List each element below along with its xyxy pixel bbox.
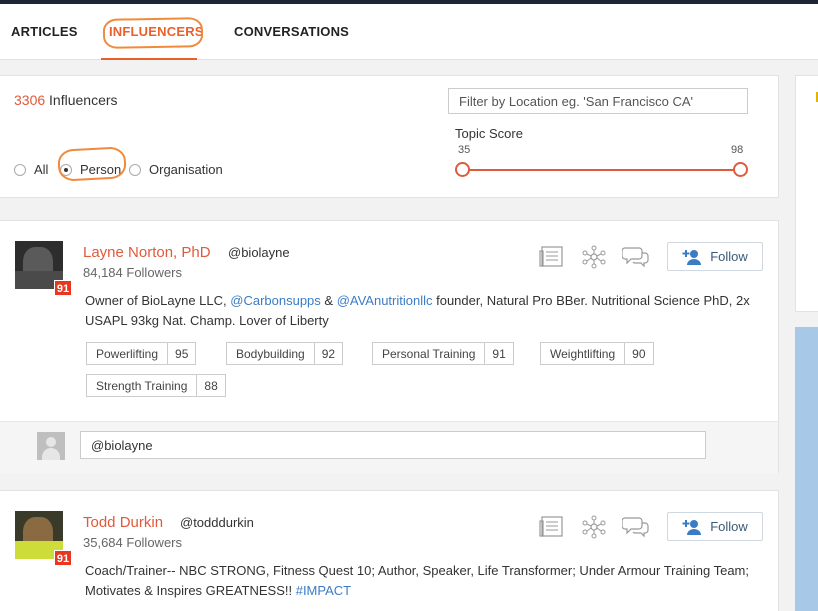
bio-text: Coach/Trainer-- NBC STRONG, Fitness Ques… — [85, 563, 749, 598]
topic-tag-name: Personal Training — [382, 346, 476, 361]
network-icon[interactable] — [580, 515, 608, 539]
topic-score-max-handle[interactable] — [733, 162, 748, 177]
location-filter-input[interactable] — [448, 88, 748, 114]
topic-tag[interactable]: Bodybuilding 92 — [226, 342, 344, 365]
radio-all-label: All — [34, 162, 49, 177]
topic-tag-name: Powerlifting — [96, 346, 159, 361]
influencer-count: 3306 Influencers — [14, 92, 118, 108]
score-badge: 91 — [54, 280, 72, 296]
annotation-circle-person — [57, 146, 127, 182]
bio-hashtag-link[interactable]: #IMPACT — [296, 583, 351, 598]
reply-input[interactable] — [80, 431, 706, 459]
radio-all[interactable]: All — [14, 162, 48, 177]
radio-organisation-dot[interactable] — [129, 163, 141, 176]
bio-text: & — [320, 293, 337, 308]
topic-score-max: 98 — [731, 144, 744, 156]
conversations-icon[interactable] — [621, 515, 650, 539]
influencer-card: 91 Layne Norton, PhD @biolayne 84,184 Fo… — [0, 220, 779, 473]
topic-score-min: 35 — [458, 144, 471, 156]
follow-button[interactable]: Follow — [667, 512, 763, 541]
influencer-bio: Coach/Trainer-- NBC STRONG, Fitness Ques… — [85, 561, 765, 601]
influencer-count-label: Influencers — [49, 92, 118, 108]
topic-tag-score: 90 — [624, 343, 652, 364]
user-avatar-placeholder-icon — [37, 432, 65, 460]
topic-tag-name: Bodybuilding — [236, 346, 305, 361]
topic-tag-score: 92 — [313, 343, 342, 364]
topic-tag[interactable]: Strength Training 88 — [86, 374, 226, 397]
add-user-icon — [682, 249, 702, 265]
topic-score-min-handle[interactable] — [455, 162, 470, 177]
follower-count: 84,184 Followers — [83, 265, 182, 280]
follow-button[interactable]: Follow — [667, 242, 763, 271]
radio-all-dot[interactable] — [14, 163, 26, 176]
topic-tag-score: 91 — [484, 343, 512, 364]
network-icon[interactable] — [580, 245, 608, 269]
influencer-handle[interactable]: @biolayne — [228, 245, 290, 260]
side-ad-panel — [795, 327, 818, 611]
follower-count: 35,684 Followers — [83, 535, 182, 550]
add-user-icon — [682, 519, 702, 535]
influencer-name[interactable]: Layne Norton, PhD — [83, 244, 211, 261]
topic-tag-name: Strength Training — [96, 378, 188, 393]
avatar-head — [46, 437, 56, 447]
follow-button-label: Follow — [710, 249, 748, 264]
radio-organisation[interactable]: Organisation — [129, 162, 223, 177]
articles-icon[interactable] — [539, 245, 567, 269]
topic-tag-name: Weightlifting — [550, 346, 616, 361]
articles-icon[interactable] — [539, 515, 567, 539]
topic-score-track[interactable] — [462, 169, 740, 171]
side-panel — [795, 75, 818, 312]
reply-bar — [0, 421, 778, 473]
score-badge: 91 — [54, 550, 72, 566]
follow-button-label: Follow — [710, 519, 748, 534]
influencer-handle[interactable]: @todddurkin — [180, 515, 254, 530]
influencer-name[interactable]: Todd Durkin — [83, 514, 163, 531]
bio-mention-link[interactable]: @Carbonsupps — [230, 293, 321, 308]
topic-tag-score: 95 — [167, 343, 195, 364]
tab-bar: ARTICLES INFLUENCERS CONVERSATIONS — [0, 4, 818, 60]
filter-panel: 3306 Influencers Topic Score 35 98 All P… — [0, 75, 779, 198]
tab-conversations[interactable]: CONVERSATIONS — [234, 24, 349, 39]
tab-articles[interactable]: ARTICLES — [11, 24, 78, 39]
radio-organisation-label: Organisation — [149, 162, 223, 177]
bio-mention-link[interactable]: @AVAnutritionllc — [337, 293, 433, 308]
topic-tag[interactable]: Personal Training 91 — [372, 342, 514, 365]
annotation-circle-influencers — [102, 17, 204, 49]
topic-tag-score: 88 — [196, 375, 224, 396]
avatar-body — [42, 448, 60, 460]
active-tab-underline — [101, 58, 197, 60]
influencer-card: 91 Todd Durkin @todddurkin 35,684 Follow… — [0, 490, 779, 611]
topic-score-label: Topic Score — [455, 126, 523, 141]
topic-tag[interactable]: Powerlifting 95 — [86, 342, 197, 365]
conversations-icon[interactable] — [621, 245, 650, 269]
influencer-bio: Owner of BioLayne LLC, @Carbonsupps & @A… — [85, 291, 765, 331]
topic-tag[interactable]: Weightlifting 90 — [540, 342, 654, 365]
influencer-count-number: 3306 — [14, 92, 46, 108]
bio-text: Owner of BioLayne LLC, — [85, 293, 231, 308]
